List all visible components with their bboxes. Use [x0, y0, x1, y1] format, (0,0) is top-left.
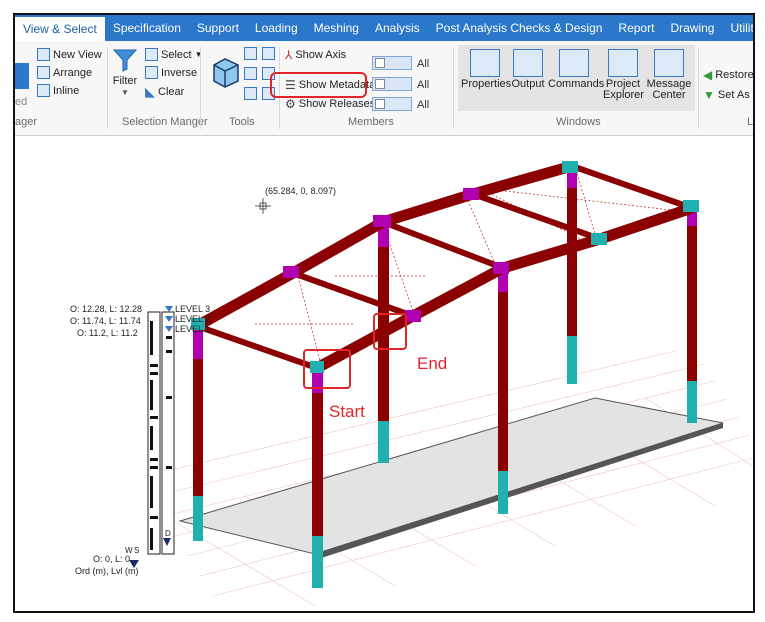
tab-meshing[interactable]: Meshing	[306, 15, 367, 41]
show-axis-button[interactable]: ⅄ Show Axis	[285, 48, 346, 62]
inline-button[interactable]: Inline	[37, 84, 79, 97]
view-top-icon[interactable]	[244, 87, 257, 100]
commands-button[interactable]: Commands	[548, 49, 604, 90]
tab-specification[interactable]: Specification	[105, 15, 189, 41]
show-metadata-all-label: All	[417, 79, 430, 91]
output-icon	[513, 49, 543, 77]
arrow-left-icon: ◀	[703, 68, 713, 82]
start-annotation: Start	[329, 402, 365, 421]
message-center-button[interactable]: Message Center	[646, 49, 692, 101]
commands-icon	[559, 49, 589, 77]
inverse-icon	[145, 66, 158, 79]
group-separator	[453, 47, 454, 129]
windows-group-label: Windows	[556, 116, 601, 128]
model-viewport[interactable]: (65.284, 0, 8.097) LEVEL 3 LEVEL 2 LEVEL…	[15, 136, 753, 611]
tab-utilities[interactable]: Utilities	[722, 15, 753, 41]
arrange-button[interactable]: Arrange	[37, 66, 92, 79]
project-explorer-icon	[608, 49, 638, 77]
axis-icon: ⅄	[285, 48, 293, 62]
properties-icon	[470, 49, 500, 77]
level-3-label: LEVEL 3	[175, 304, 210, 314]
output-button[interactable]: Output	[511, 49, 545, 90]
set-as-default-button[interactable]: ▼Set As D	[703, 88, 753, 102]
axis-s-label: S	[134, 546, 139, 555]
chevron-down-icon: ▼	[194, 50, 203, 59]
tab-report[interactable]: Report	[610, 15, 662, 41]
show-metadata-all-checkbox[interactable]	[372, 77, 412, 91]
level-3-info: O: 12.28, L: 12.28	[70, 304, 142, 314]
axis-d-label: D	[165, 529, 171, 538]
select-button[interactable]: Select ▼	[145, 48, 203, 61]
new-view-icon	[37, 48, 50, 61]
tab-post-analysis[interactable]: Post Analysis Checks & Design	[428, 15, 611, 41]
partial-button-label: ed	[15, 96, 28, 108]
properties-button[interactable]: Properties	[461, 49, 511, 90]
base-slab	[178, 397, 724, 555]
crosshair-icon	[255, 198, 271, 214]
clear-button[interactable]: ◣ Clear	[145, 84, 184, 100]
gear-icon: ⚙	[285, 97, 296, 111]
views-group-label: ager	[15, 116, 38, 128]
arrow-down-icon: ▼	[703, 88, 715, 102]
cube-view-icon[interactable]	[208, 55, 242, 89]
view-left-icon[interactable]	[244, 67, 257, 80]
inline-icon	[37, 84, 50, 97]
origin-info: O: 0, L: 0	[93, 554, 130, 564]
message-center-icon	[654, 49, 684, 77]
show-releases-all-label: All	[417, 99, 430, 111]
show-axis-all-label: All	[417, 58, 430, 70]
tab-view-select[interactable]: View & Select	[15, 17, 105, 41]
restore-button[interactable]: ◀ Restore	[703, 68, 753, 82]
arrange-icon	[37, 66, 50, 79]
tools-group-label: Tools	[229, 116, 255, 128]
group-separator	[200, 47, 201, 129]
tab-support[interactable]: Support	[189, 15, 247, 41]
view-button-partial[interactable]	[15, 63, 29, 89]
tab-drawing[interactable]: Drawing	[662, 15, 722, 41]
tab-analysis[interactable]: Analysis	[367, 15, 428, 41]
show-axis-all-checkbox[interactable]	[372, 56, 412, 70]
project-explorer-button[interactable]: Project Explorer	[603, 49, 644, 101]
ribbon-tab-bar: View & Select Specification Support Load…	[15, 15, 753, 41]
show-metadata-highlight	[270, 72, 367, 98]
selection-group-label: Selection Manger	[122, 116, 208, 128]
group-separator	[107, 47, 108, 129]
group-separator	[698, 47, 699, 129]
level-1-label: LEVEL 1	[175, 324, 210, 334]
members-group-label: Members	[348, 116, 394, 128]
new-view-button[interactable]: New View	[37, 48, 102, 61]
chevron-down-icon: ▼	[121, 88, 129, 97]
filter-button[interactable]: Filter ▼	[110, 47, 140, 98]
eraser-icon: ◣	[145, 84, 155, 99]
show-releases-button[interactable]: ⚙ Show Releases	[285, 97, 375, 111]
level-2-info: O: 11.74, L: 11.74	[70, 316, 141, 326]
inverse-button[interactable]: Inverse	[145, 66, 197, 79]
level-2-label: LEVEL 2	[175, 314, 210, 324]
ordinate-units-label: Ord (m), Lvl (m)	[75, 566, 139, 576]
show-releases-all-checkbox[interactable]	[372, 97, 412, 111]
ribbon-panel: ed New View Arrange Inline ager Filter ▼…	[15, 41, 753, 136]
select-icon	[145, 48, 158, 61]
level-1-info: O: 11.2, L: 11.2	[77, 328, 138, 338]
application-window: View & Select Specification Support Load…	[13, 13, 755, 613]
coordinate-readout: (65.284, 0, 8.097)	[265, 186, 336, 196]
restore-group-label: L	[747, 116, 754, 128]
tab-loading[interactable]: Loading	[247, 15, 306, 41]
end-annotation: End	[417, 354, 447, 373]
view-back-icon[interactable]	[262, 47, 275, 60]
view-front-icon[interactable]	[244, 47, 257, 60]
level-ruler	[147, 306, 175, 555]
filter-icon	[112, 49, 138, 72]
roof-beams	[194, 160, 694, 373]
